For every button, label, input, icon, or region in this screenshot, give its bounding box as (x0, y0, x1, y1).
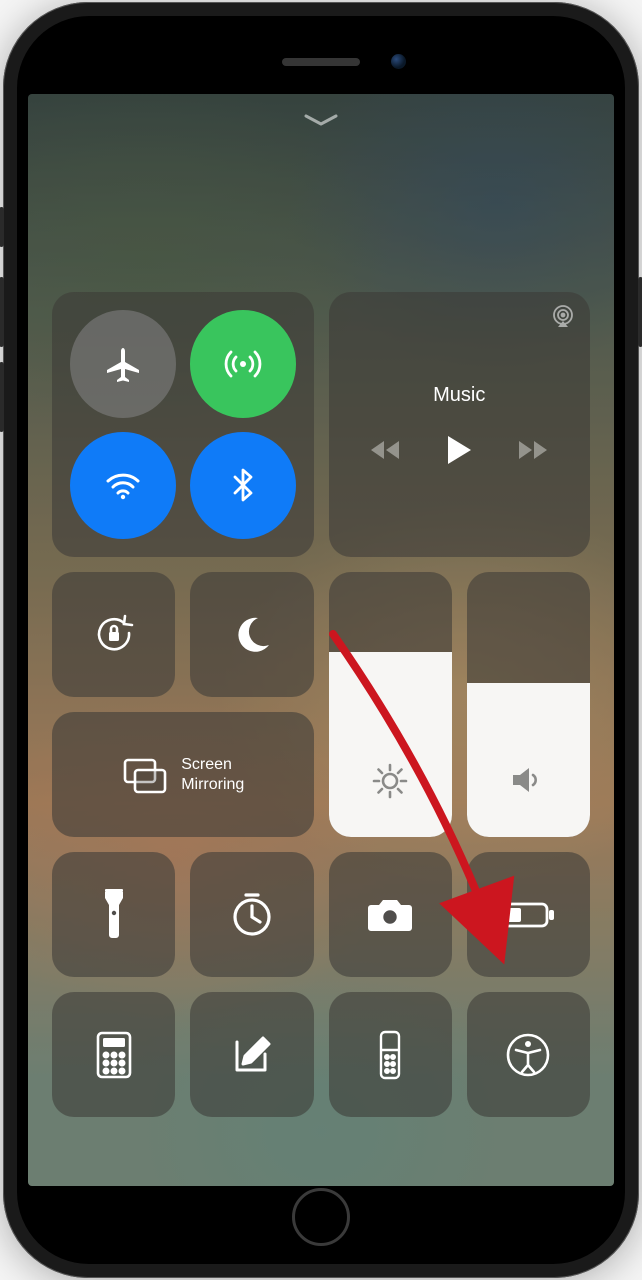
do-not-disturb-button[interactable] (190, 572, 313, 697)
phone-bezel: Music (17, 16, 625, 1264)
wifi-icon (100, 462, 146, 508)
calculator-icon (95, 1030, 133, 1080)
home-button[interactable] (292, 1188, 350, 1246)
screen-mirroring-label: Screen Mirroring (181, 755, 244, 793)
screen-mirroring-icon (121, 756, 169, 794)
phone-frame: Music (3, 2, 639, 1278)
screen-mirroring-button[interactable]: Screen Mirroring (52, 712, 314, 837)
bluetooth-icon (223, 465, 263, 505)
notes-compose-icon (229, 1032, 275, 1078)
music-label: Music (433, 384, 485, 407)
brightness-fill (329, 652, 452, 838)
music-group[interactable]: Music (329, 292, 591, 557)
volume-down-hardware (0, 362, 4, 432)
rewind-button[interactable] (370, 439, 400, 461)
connectivity-group[interactable] (52, 292, 314, 557)
notes-button[interactable] (190, 992, 313, 1117)
brightness-icon (370, 761, 410, 801)
volume-icon (507, 759, 549, 801)
play-button[interactable] (446, 435, 472, 465)
camera-icon (365, 895, 415, 935)
accessibility-button[interactable] (467, 992, 590, 1117)
power-hardware (638, 277, 642, 347)
calculator-button[interactable] (52, 992, 175, 1117)
camera-button[interactable] (329, 852, 452, 977)
cellular-antenna-icon (220, 341, 266, 387)
fast-forward-button[interactable] (518, 439, 548, 461)
airplay-audio-icon[interactable] (550, 304, 576, 330)
dismiss-chevron-icon[interactable] (304, 114, 338, 128)
orientation-lock-icon (89, 610, 139, 660)
speaker-grille (282, 58, 360, 66)
airplane-mode-button[interactable] (70, 310, 176, 418)
control-center: Music (52, 292, 590, 1117)
airplane-icon (101, 342, 145, 386)
volume-up-hardware (0, 277, 4, 347)
flashlight-button[interactable] (52, 852, 175, 977)
timer-button[interactable] (190, 852, 313, 977)
timer-icon (228, 891, 276, 939)
volume-slider[interactable] (467, 572, 590, 837)
battery-icon (500, 900, 556, 930)
cellular-button[interactable] (190, 310, 296, 418)
flashlight-icon (99, 889, 129, 941)
wifi-button[interactable] (70, 432, 176, 540)
apple-tv-remote-button[interactable] (329, 992, 452, 1117)
orientation-lock-button[interactable] (52, 572, 175, 697)
brightness-slider[interactable] (329, 572, 452, 837)
mute-switch (0, 207, 4, 247)
tv-remote-icon (378, 1029, 402, 1081)
low-power-mode-button[interactable] (467, 852, 590, 977)
accessibility-icon (504, 1031, 552, 1079)
screen: Music (28, 94, 614, 1186)
moon-icon (231, 614, 273, 656)
bluetooth-button[interactable] (190, 432, 296, 540)
front-camera (391, 54, 406, 69)
